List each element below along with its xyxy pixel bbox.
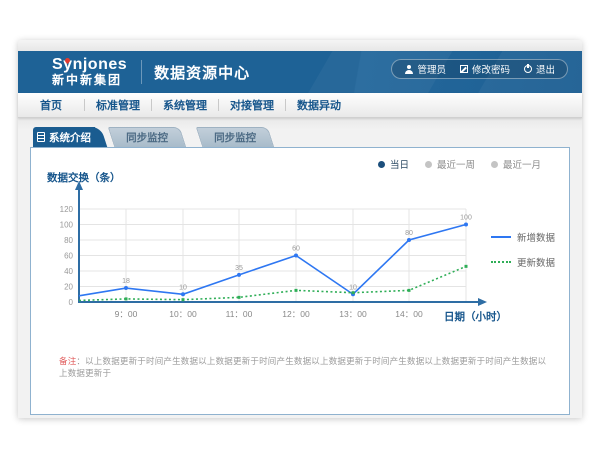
change-password-label: 修改密码 <box>472 62 510 76</box>
line-chart: 0 20 40 60 80 100 120 9：00 10：00 11：00 12：00 13：00 1… <box>31 178 571 378</box>
nav-item-data-change[interactable]: 数据异动 <box>286 97 352 113</box>
svg-text:0: 0 <box>69 298 74 307</box>
tab-sync-monitor-2[interactable]: 同步监控 <box>196 127 274 147</box>
svg-text:60: 60 <box>292 246 300 253</box>
app-header: Synjones 新中新集团 数据资源中心 管理员 修改密码 退出 <box>18 51 582 93</box>
brand-name: Synjones <box>52 57 127 74</box>
svg-text:80: 80 <box>405 230 413 237</box>
svg-text:10: 10 <box>349 284 357 291</box>
svg-text:14：00: 14：00 <box>395 309 423 319</box>
svg-text:12：00: 12：00 <box>282 309 310 319</box>
chart-panel: 当日 最近一周 最近一月 数据交换（条） 0204060801001209：00… <box>30 147 570 415</box>
time-range-selector: 当日 最近一周 最近一月 <box>378 157 541 171</box>
radio-label: 最近一月 <box>503 157 541 171</box>
content-area: 系统介绍 同步监控 同步监控 当日 最近一周 <box>18 118 582 418</box>
tab-sync-monitor-1[interactable]: 同步监控 <box>108 127 186 147</box>
svg-text:35: 35 <box>235 265 243 272</box>
logout-icon <box>524 65 532 73</box>
document-icon <box>37 132 45 142</box>
new-data-line-swatch <box>491 236 511 238</box>
radio-label: 当日 <box>390 157 409 171</box>
svg-text:10：00: 10：00 <box>169 309 197 319</box>
legend-label: 新增数据 <box>517 230 555 244</box>
window-top-strip <box>18 40 582 51</box>
svg-text:10: 10 <box>179 284 187 291</box>
svg-text:120: 120 <box>60 205 74 214</box>
main-nav: 首页 标准管理 系统管理 对接管理 数据异动 <box>18 93 582 118</box>
svg-text:100: 100 <box>460 215 472 222</box>
logout-button[interactable]: 退出 <box>524 62 555 76</box>
svg-text:100: 100 <box>60 221 74 230</box>
username-label: 管理员 <box>417 62 446 76</box>
app-window: Synjones 新中新集团 数据资源中心 管理员 修改密码 退出 <box>18 40 582 418</box>
brand-name-chinese: 新中新集团 <box>52 74 127 87</box>
tab-bar: 系统介绍 同步监控 同步监控 <box>33 127 271 147</box>
svg-text:20: 20 <box>64 283 73 292</box>
nav-item-home[interactable]: 首页 <box>18 97 84 113</box>
nav-item-connection-mgmt[interactable]: 对接管理 <box>219 97 285 113</box>
logout-label: 退出 <box>536 62 555 76</box>
radio-dot-icon <box>378 161 385 168</box>
svg-text:40: 40 <box>64 267 73 276</box>
radio-dot-icon <box>425 161 432 168</box>
nav-item-system-mgmt[interactable]: 系统管理 <box>152 97 218 113</box>
tab-system-intro[interactable]: 系统介绍 <box>33 127 95 147</box>
header-divider <box>141 60 142 84</box>
user-menu[interactable]: 管理员 <box>404 62 446 76</box>
user-icon <box>404 65 413 74</box>
radio-last-week[interactable]: 最近一周 <box>425 157 475 171</box>
radio-dot-icon <box>491 161 498 168</box>
footnote-text: ：以上数据更新于时间产生数据以上数据更新于时间产生数据以上数据更新于时间产生数据… <box>59 356 546 378</box>
brand-logo: Synjones 新中新集团 <box>18 57 127 86</box>
tab-label: 系统介绍 <box>49 130 91 145</box>
edit-icon <box>460 65 468 73</box>
radio-label: 最近一周 <box>437 157 475 171</box>
page-background: Synjones 新中新集团 数据资源中心 管理员 修改密码 退出 <box>0 0 600 450</box>
updated-data-line-swatch <box>491 261 511 263</box>
svg-text:18: 18 <box>122 278 130 285</box>
tab-label: 同步监控 <box>126 130 168 145</box>
nav-item-standard-mgmt[interactable]: 标准管理 <box>85 97 151 113</box>
radio-last-month[interactable]: 最近一月 <box>491 157 541 171</box>
svg-text:9：00: 9：00 <box>115 309 138 319</box>
svg-text:11：00: 11：00 <box>226 309 253 319</box>
user-toolbar: 管理员 修改密码 退出 <box>391 59 568 79</box>
radio-today[interactable]: 当日 <box>378 157 409 171</box>
footnote-label: 备注 <box>59 356 76 366</box>
footnote: 备注：以上数据更新于时间产生数据以上数据更新于时间产生数据以上数据更新于时间产生… <box>59 355 549 379</box>
svg-text:日期（小时）: 日期（小时） <box>444 310 507 323</box>
change-password-button[interactable]: 修改密码 <box>460 62 510 76</box>
page-title: 数据资源中心 <box>154 62 250 83</box>
chart-legend: 新增数据 更新数据 <box>491 230 555 269</box>
svg-text:13：00: 13：00 <box>339 309 367 319</box>
tab-label: 同步监控 <box>214 130 256 145</box>
legend-label: 更新数据 <box>517 255 555 269</box>
legend-item-updated-data: 更新数据 <box>491 255 555 269</box>
svg-text:60: 60 <box>64 252 73 261</box>
svg-text:80: 80 <box>64 236 73 245</box>
legend-item-new-data: 新增数据 <box>491 230 555 244</box>
